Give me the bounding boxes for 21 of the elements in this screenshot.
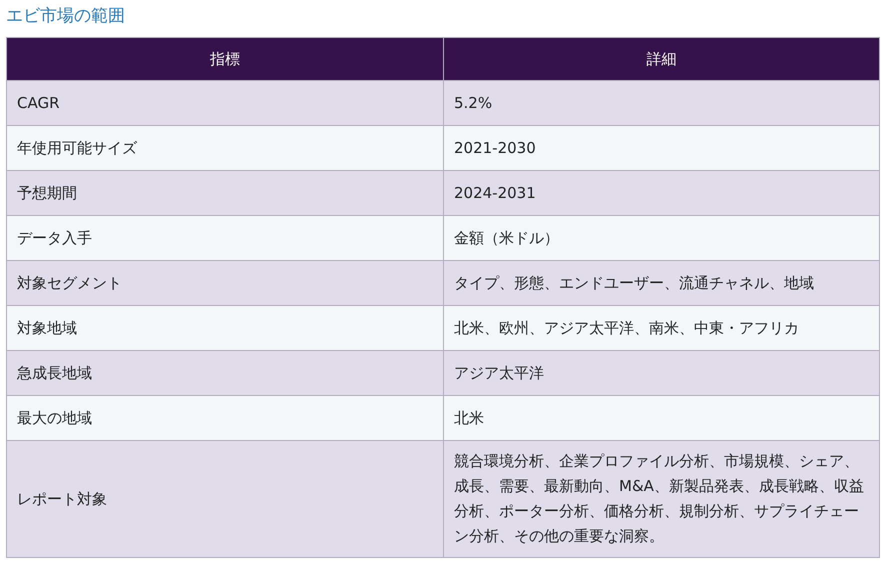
table-cell: データ入手 <box>6 216 444 260</box>
table-cell: アジア太平洋 <box>444 350 880 396</box>
table-cell: 北米、欧州、アジア太平洋、南米、中東・アフリカ <box>444 306 880 350</box>
column-header: 指標 <box>6 38 444 80</box>
table-cell: 予想期間 <box>6 170 444 216</box>
table-cell: CAGR <box>6 80 444 126</box>
table-cell: レポート対象 <box>6 440 444 558</box>
column-header: 詳細 <box>444 38 880 80</box>
section-title: エビ市場の範囲 <box>6 5 126 28</box>
table-cell: 北米 <box>444 396 880 440</box>
table-cell: 年使用可能サイズ <box>6 126 444 170</box>
table-cell: 金額（米ドル） <box>444 216 880 260</box>
table-cell: 2021-2030 <box>444 126 880 170</box>
table-cell: 5.2% <box>444 80 880 126</box>
table-cell: 競合環境分析、企業プロファイル分析、市場規模、シェア、成長、需要、最新動向、M&A、新製品発表、成長戦略、収益分析、ポーター分析、価格分析、規制分析、サプライチェーン分析、その他の重要な洞察。 <box>444 440 880 558</box>
table-cell: 最大の地域 <box>6 396 444 440</box>
table-cell: 急成長地域 <box>6 350 444 396</box>
table-cell: 対象地域 <box>6 306 444 350</box>
table-cell: タイプ、形態、エンドユーザー、流通チャネル、地域 <box>444 260 880 306</box>
table-cell: 対象セグメント <box>6 260 444 306</box>
table-cell: 2024-2031 <box>444 170 880 216</box>
